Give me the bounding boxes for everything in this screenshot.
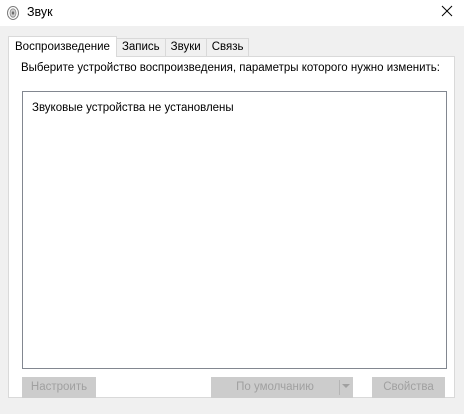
playback-device-list[interactable]: Звуковые устройства не установлены <box>22 91 447 369</box>
tab-recording[interactable]: Запись <box>115 38 166 56</box>
dialog-client-area: Воспроизведение Запись Звуки Связь Выбер… <box>0 26 464 414</box>
instruction-text: Выберите устройство воспроизведения, пар… <box>21 62 440 74</box>
set-default-dropdown-button[interactable] <box>339 377 353 398</box>
close-button[interactable] <box>434 0 460 24</box>
no-devices-message: Звуковые устройства не установлены <box>32 102 234 114</box>
tab-communications[interactable]: Связь <box>205 38 250 56</box>
tab-sounds[interactable]: Звуки <box>164 38 207 56</box>
playback-tab-panel: Выберите устройство воспроизведения, пар… <box>8 56 455 398</box>
close-icon <box>441 5 453 20</box>
speaker-icon <box>6 5 20 21</box>
properties-button[interactable]: Свойства <box>372 377 445 398</box>
tab-strip: Воспроизведение Запись Звуки Связь <box>8 36 250 57</box>
set-default-button[interactable]: По умолчанию <box>211 377 339 398</box>
title-bar[interactable]: Звук <box>0 0 464 26</box>
chevron-down-icon <box>342 383 350 388</box>
tab-playback[interactable]: Воспроизведение <box>8 36 117 57</box>
window-title: Звук <box>27 5 53 19</box>
configure-button[interactable]: Настроить <box>22 377 96 398</box>
sound-dialog: Звук Воспроизведение Запись Звуки Связь … <box>0 0 464 414</box>
